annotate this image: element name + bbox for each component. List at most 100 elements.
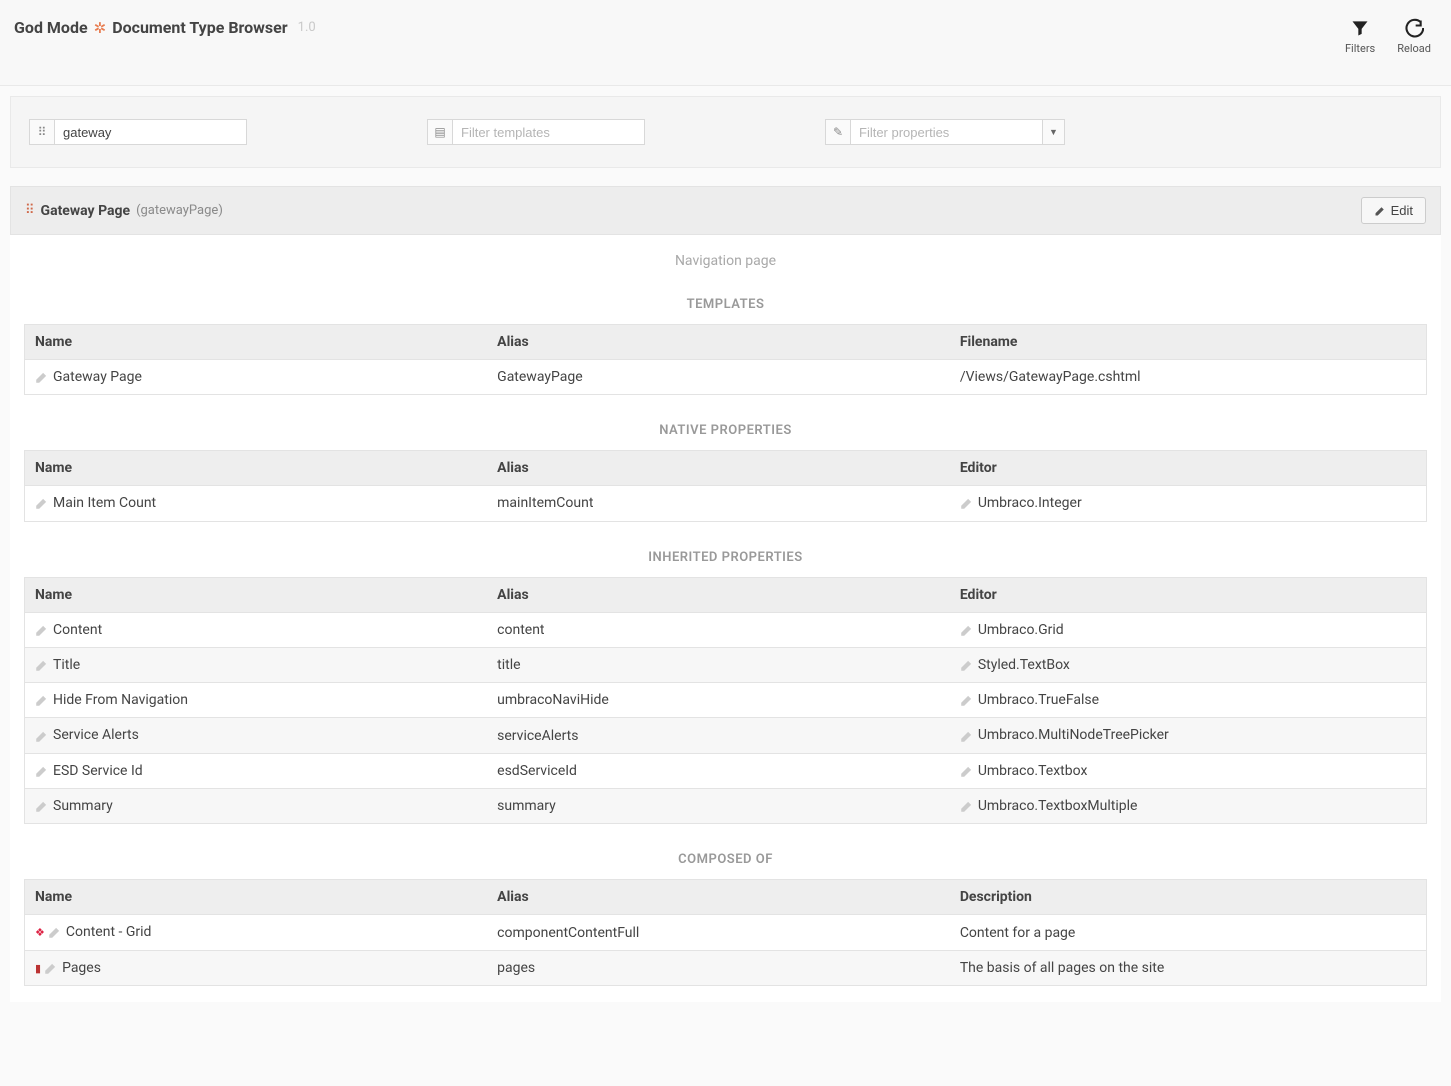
- th-name: Name: [25, 880, 488, 915]
- pencil-icon: [44, 960, 58, 976]
- reload-icon: [1404, 18, 1424, 38]
- composed-section-title: COMPOSED OF: [10, 852, 1441, 867]
- doctype-card: ⠿ Gateway Page (gatewayPage) Edit Naviga…: [10, 186, 1441, 1002]
- table-row[interactable]: ESD Service IdesdServiceIdUmbraco.Textbo…: [25, 753, 1427, 788]
- cell-filename: /Views/GatewayPage.cshtml: [950, 360, 1427, 395]
- cell-editor: Umbraco.MultiNodeTreePicker: [950, 718, 1427, 753]
- table-header-row: Name Alias Description: [25, 880, 1427, 915]
- composition-type-icon: ❖: [35, 926, 45, 939]
- cell-text: Umbraco.TrueFalse: [978, 692, 1099, 708]
- pencil-icon: [35, 369, 49, 385]
- table-row[interactable]: Summary summary Umbraco.TextboxMultiple: [25, 789, 1427, 824]
- cell-editor: Umbraco.TrueFalse: [950, 683, 1427, 718]
- header-title-group: God Mode ✲ Document Type Browser 1.0: [14, 18, 316, 37]
- chevron-down-icon: ▼: [1049, 127, 1058, 138]
- table-header-row: Name Alias Editor: [25, 577, 1427, 612]
- cell-alias: serviceAlerts: [487, 718, 950, 753]
- filters-label: Filters: [1345, 42, 1375, 55]
- cell-alias: componentContentFull: [487, 915, 950, 950]
- cell-name: Title: [25, 647, 488, 682]
- composition-type-icon: ▮: [35, 962, 41, 975]
- table-row[interactable]: Content content Umbraco.Grid: [25, 612, 1427, 647]
- cell-text: Pages: [62, 960, 101, 976]
- cell-text: Service Alerts: [53, 727, 139, 743]
- th-name: Name: [25, 451, 488, 486]
- th-name: Name: [25, 577, 488, 612]
- table-row[interactable]: Gateway Page GatewayPage/Views/GatewayPag…: [25, 360, 1427, 395]
- app-version: 1.0: [298, 20, 316, 35]
- filters-button[interactable]: Filters: [1345, 18, 1375, 55]
- property-dropdown-toggle[interactable]: ▼: [1043, 119, 1065, 145]
- cell-alias: title: [487, 647, 950, 682]
- cell-name: Summary: [25, 789, 488, 824]
- cell-text: mainItemCount: [497, 495, 593, 511]
- property-icon: ✎: [825, 119, 851, 145]
- pencil-icon: [35, 496, 49, 512]
- cell-text: GatewayPage: [497, 369, 582, 385]
- native-section-title: NATIVE PROPERTIES: [10, 423, 1441, 438]
- cell-text: pages: [497, 960, 535, 976]
- cell-alias: pages: [487, 950, 950, 985]
- th-name: Name: [25, 325, 488, 360]
- cell-editor: Umbraco.Grid: [950, 612, 1427, 647]
- cell-text: The basis of all pages on the site: [960, 960, 1164, 976]
- cell-text: content: [497, 622, 544, 638]
- reload-label: Reload: [1397, 42, 1431, 55]
- property-filter-input[interactable]: [851, 119, 1043, 145]
- inherited-section-title: INHERITED PROPERTIES: [10, 550, 1441, 565]
- cell-text: /Views/GatewayPage.cshtml: [960, 369, 1141, 385]
- cell-alias: summary: [487, 789, 950, 824]
- doctype-alias: (gatewayPage): [136, 203, 223, 218]
- cell-text: Summary: [53, 798, 113, 814]
- cell-editor: Umbraco.TextboxMultiple: [950, 789, 1427, 824]
- cell-description: The basis of all pages on the site: [950, 950, 1427, 985]
- doctype-card-body: Navigation page TEMPLATES Name Alias Fil…: [10, 235, 1441, 1002]
- inherited-props-table: Name Alias Editor Content content Umbraco.…: [24, 577, 1427, 825]
- cell-text: Umbraco.MultiNodeTreePicker: [978, 727, 1169, 743]
- table-row[interactable]: ▮ Pages pages The basis of all pages on the…: [25, 950, 1427, 985]
- pencil-icon: [35, 798, 49, 814]
- pencil-icon: [960, 728, 974, 744]
- table-header-row: Name Alias Editor: [25, 451, 1427, 486]
- pencil-icon: [960, 798, 974, 814]
- cell-name: Content: [25, 612, 488, 647]
- pencil-icon: [1374, 205, 1386, 217]
- doctype-description: Navigation page: [10, 253, 1441, 269]
- templates-section-title: TEMPLATES: [10, 297, 1441, 312]
- native-props-table: Name Alias Editor Main Item Count mainIte…: [24, 450, 1427, 521]
- table-row[interactable]: Service Alerts serviceAlerts Umbraco.Multi…: [25, 718, 1427, 753]
- table-row[interactable]: Hide From NavigationumbracoNaviHideUmbra…: [25, 683, 1427, 718]
- th-description: Description: [950, 880, 1427, 915]
- table-row[interactable]: ❖Content - GridcomponentContentFullConte…: [25, 915, 1427, 950]
- cell-name: Gateway Page: [25, 360, 488, 395]
- pencil-icon: [960, 657, 974, 673]
- template-filter-group: ▤: [427, 119, 645, 145]
- pencil-icon: [960, 763, 974, 779]
- cell-text: ESD Service Id: [53, 763, 143, 779]
- cell-text: Title: [53, 657, 80, 673]
- app-title-1: God Mode: [14, 18, 88, 37]
- doctype-icon: ⠿: [29, 119, 55, 145]
- cell-text: Umbraco.Integer: [978, 495, 1082, 511]
- template-filter-input[interactable]: [453, 119, 645, 145]
- star-icon: ✲: [94, 19, 107, 37]
- cell-text: Umbraco.Textbox: [978, 763, 1088, 779]
- doctype-filter-input[interactable]: [55, 119, 247, 145]
- cell-text: umbracoNaviHide: [497, 692, 609, 708]
- cell-alias: umbracoNaviHide: [487, 683, 950, 718]
- pencil-icon: [35, 692, 49, 708]
- composed-table: Name Alias Description ❖Content - Gridco…: [24, 879, 1427, 986]
- app-title-2: Document Type Browser: [112, 18, 287, 37]
- doctype-name: Gateway Page: [41, 203, 131, 219]
- content-scroll[interactable]: ⠿ ▤ ✎ ▼ ⠿ Gateway Page (gatewayPage) Edi…: [0, 86, 1451, 1086]
- table-row[interactable]: Main Item Count mainItemCount Umbraco.Inte…: [25, 486, 1427, 521]
- table-row[interactable]: TitletitleStyled.TextBox: [25, 647, 1427, 682]
- template-icon: ▤: [427, 119, 453, 145]
- cell-text: Umbraco.TextboxMultiple: [978, 798, 1138, 814]
- cell-text: Main Item Count: [53, 495, 156, 511]
- property-filter-group: ✎ ▼: [825, 119, 1065, 145]
- edit-button[interactable]: Edit: [1361, 197, 1426, 224]
- cell-editor: Umbraco.Integer: [950, 486, 1427, 521]
- th-alias: Alias: [487, 325, 950, 360]
- reload-button[interactable]: Reload: [1397, 18, 1431, 55]
